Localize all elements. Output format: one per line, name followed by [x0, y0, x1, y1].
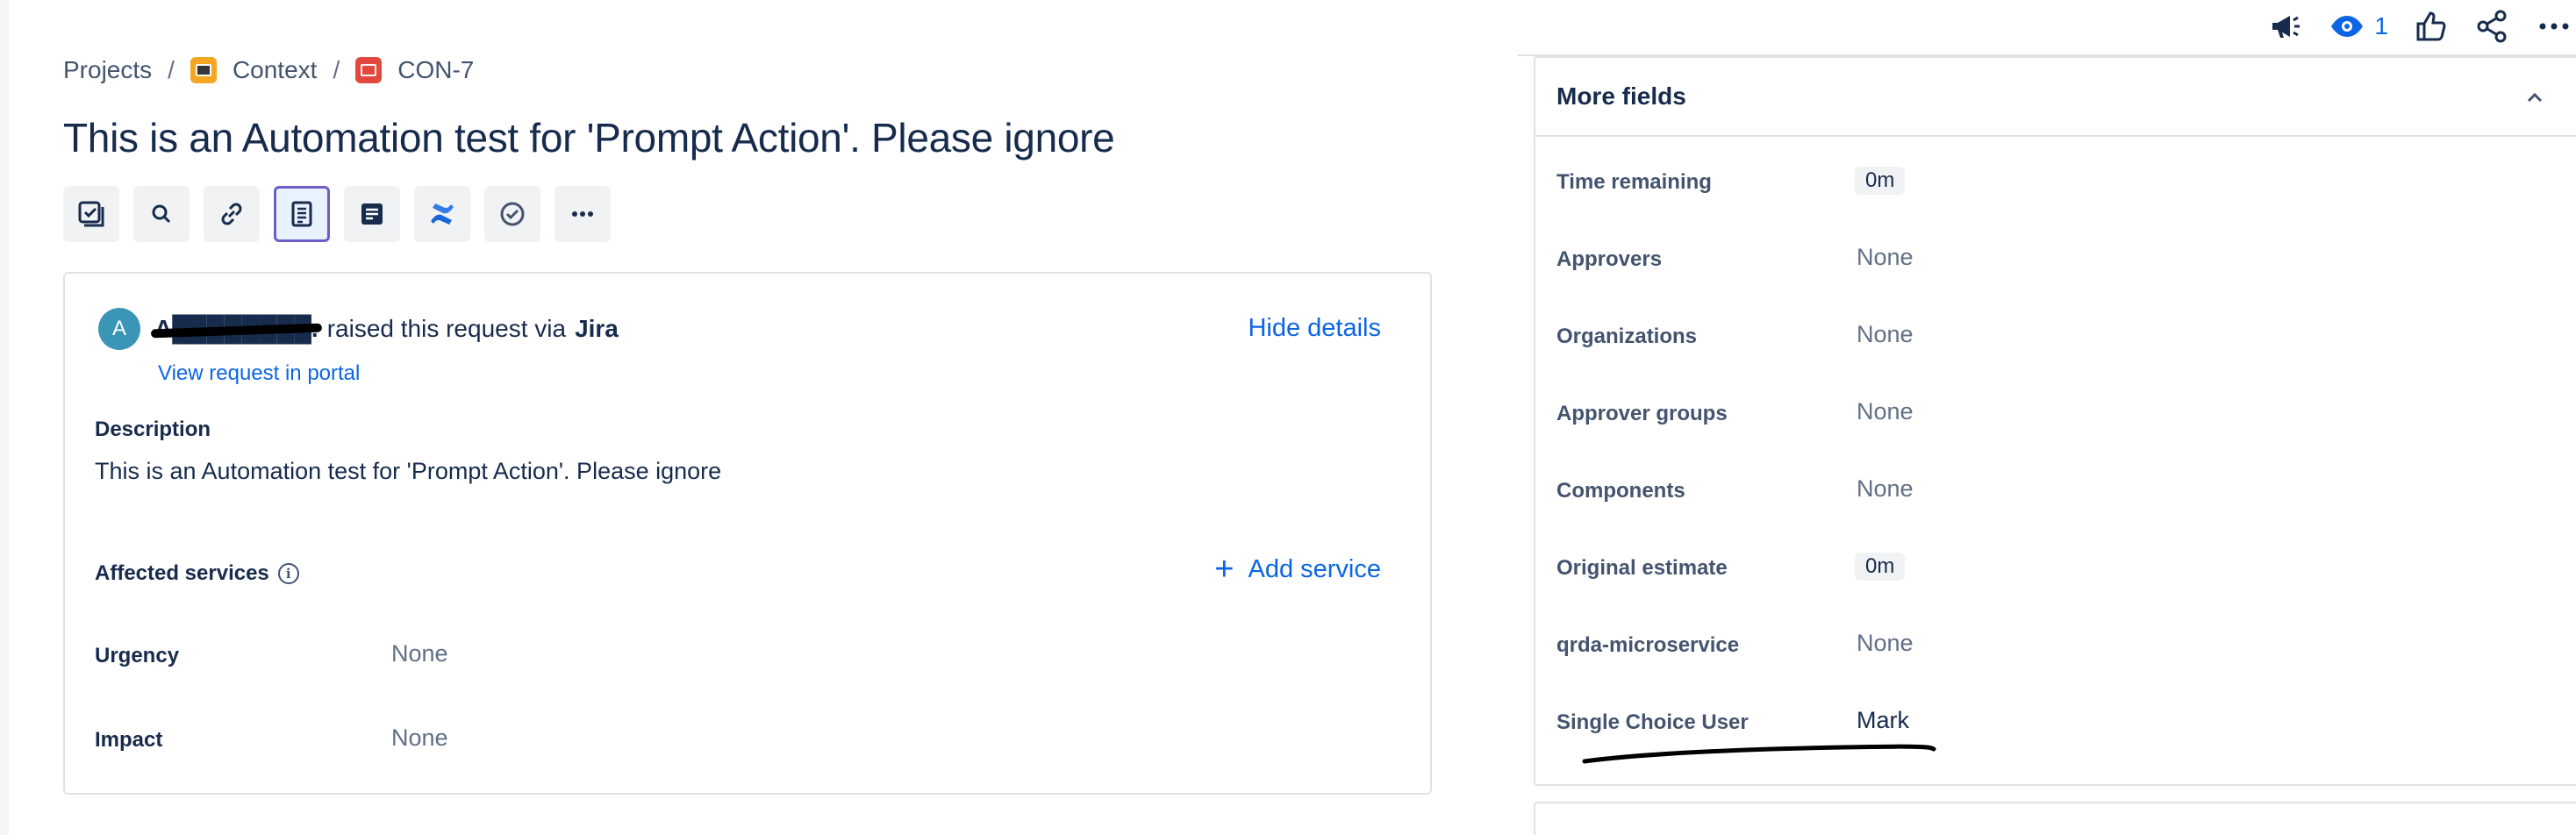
watch-count: 1 — [2374, 12, 2388, 39]
hide-details-button[interactable]: Hide details — [1248, 314, 1381, 343]
requester-line: A A████████. raised this request via Jir… — [98, 307, 619, 351]
issue-toolbar — [63, 186, 611, 242]
field-value-original-estimate[interactable]: 0m — [1855, 553, 1906, 581]
field-label-approvers: Approvers — [1556, 247, 1663, 271]
breadcrumb-issue[interactable]: CON-7 — [355, 56, 474, 84]
details-button[interactable] — [274, 186, 330, 242]
more-fields-panel: More fields Time remaining 0m Approvers … — [1534, 56, 2576, 786]
share-icon — [2477, 10, 2507, 43]
plus-icon: + — [1214, 551, 1234, 588]
megaphone-icon — [2272, 16, 2301, 38]
document-icon — [291, 201, 312, 227]
issue-title[interactable]: This is an Automation test for 'Prompt A… — [63, 114, 1115, 161]
requester-name[interactable]: A████████. — [154, 315, 318, 343]
more-options-button[interactable] — [2536, 8, 2572, 45]
urgency-value[interactable]: None — [391, 640, 448, 667]
info-icon[interactable]: i — [277, 563, 299, 584]
issue-top-actions: 1 — [2267, 7, 2576, 46]
link-issue-button[interactable] — [204, 186, 260, 242]
add-service-button[interactable]: + Add service — [1214, 553, 1381, 586]
field-value-qrda-microservice[interactable]: None — [1857, 630, 1914, 657]
field-label-time-remaining: Time remaining — [1556, 170, 1712, 194]
more-fields-title: More fields — [1556, 82, 1686, 110]
thumbs-up-icon — [2416, 11, 2446, 41]
project-avatar-icon — [190, 57, 217, 83]
field-label-organizations: Organizations — [1556, 325, 1698, 348]
confluence-button[interactable] — [414, 186, 470, 242]
description-text[interactable]: This is an Automation test for 'Prompt A… — [95, 458, 721, 485]
more-icon — [572, 211, 593, 217]
confluence-icon — [431, 203, 454, 225]
field-value-time-remaining[interactable]: 0m — [1855, 167, 1906, 195]
eye-icon — [2331, 16, 2364, 37]
issue-type-icon — [355, 57, 383, 83]
field-label-single-choice-user: Single Choice User — [1556, 710, 1749, 734]
search-icon — [152, 204, 171, 224]
share-button[interactable] — [2474, 8, 2511, 45]
request-channel: Jira — [575, 315, 619, 342]
watch-button[interactable]: 1 — [2329, 8, 2388, 45]
impact-value[interactable]: None — [391, 724, 448, 752]
left-sidebar-edge — [0, 0, 9, 835]
field-label-qrda-microservice: qrda-microservice — [1556, 633, 1740, 657]
more-actions-button[interactable] — [555, 186, 611, 242]
checklist-icon — [78, 201, 104, 227]
add-service-label: Add service — [1248, 554, 1381, 583]
check-circle-icon — [500, 202, 525, 226]
field-value-approver-groups[interactable]: None — [1857, 398, 1914, 425]
field-value-single-choice-user[interactable]: Mark — [1857, 707, 1909, 734]
breadcrumb-project[interactable]: Context — [190, 56, 318, 84]
more-fields-header[interactable]: More fields — [1535, 58, 2576, 137]
view-request-in-portal-link[interactable]: View request in portal — [158, 361, 360, 386]
notes-button[interactable] — [344, 186, 400, 242]
urgency-label: Urgency — [95, 644, 180, 667]
checklist-button[interactable] — [63, 186, 119, 242]
search-button[interactable] — [133, 186, 190, 242]
request-details-card: A A████████. raised this request via Jir… — [63, 272, 1432, 795]
chevron-up-icon[interactable] — [2520, 82, 2550, 112]
field-value-approvers[interactable]: None — [1857, 244, 1914, 271]
secondary-panel — [1534, 802, 2576, 835]
field-label-approver-groups: Approver groups — [1556, 402, 1728, 425]
field-label-original-estimate: Original estimate — [1556, 556, 1728, 580]
breadcrumb-separator: / — [168, 56, 175, 83]
impact-label: Impact — [95, 728, 163, 752]
description-label: Description — [95, 418, 211, 441]
affected-services-text: Affected services — [95, 561, 269, 585]
field-label-components: Components — [1556, 479, 1685, 503]
more-icon — [2539, 23, 2569, 30]
vote-button[interactable] — [2413, 8, 2450, 45]
affected-services-label: Affected services i — [95, 561, 299, 586]
issue-view-page: Projects / Context / CON-7 This is an Au… — [0, 0, 2576, 835]
handdrawn-underline — [1582, 744, 1936, 764]
approval-button[interactable] — [484, 186, 540, 242]
note-icon — [361, 203, 383, 225]
breadcrumb-separator: / — [333, 56, 340, 83]
breadcrumb-issue-key: CON-7 — [397, 56, 475, 83]
breadcrumb-projects[interactable]: Projects — [63, 56, 152, 84]
link-icon — [221, 203, 242, 225]
raised-text: raised this request via — [326, 315, 567, 342]
feedback-button[interactable] — [2267, 8, 2304, 45]
avatar[interactable]: A — [98, 308, 140, 350]
field-value-components[interactable]: None — [1857, 475, 1914, 503]
field-value-organizations[interactable]: None — [1857, 321, 1914, 348]
breadcrumb: Projects / Context / CON-7 — [63, 54, 474, 86]
breadcrumb-project-label: Context — [232, 56, 318, 83]
